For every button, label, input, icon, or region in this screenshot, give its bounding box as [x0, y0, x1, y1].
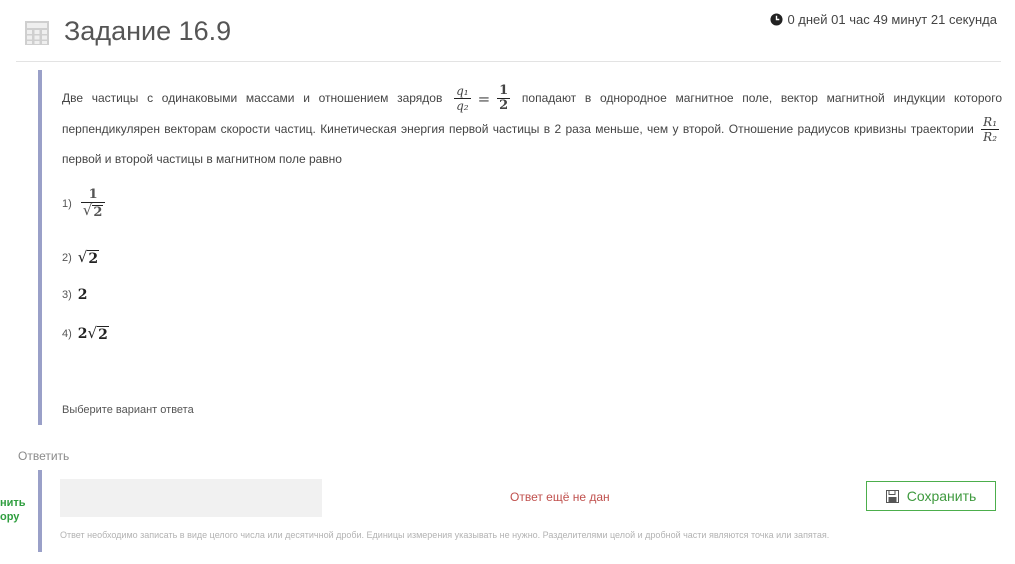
answer-option-2[interactable]: 2) √ 2	[62, 248, 100, 267]
header-divider	[16, 61, 1001, 62]
answer-option-3[interactable]: 3) 2	[62, 287, 88, 303]
answer-hint: Ответ необходимо записать в виде целого …	[60, 530, 830, 540]
answer-section-label: Ответить	[18, 449, 70, 463]
answer-block: Ответ ещё не дан Сохранить Ответ необход…	[38, 470, 1004, 552]
charge-ratio-fraction: q₁ q₂	[454, 84, 471, 114]
option-1-fraction: 1 √ 2	[80, 188, 106, 220]
question-text-part3: первой и второй частицы в магнитном поле…	[62, 152, 342, 167]
floppy-disk-icon	[885, 489, 899, 503]
question-text-part1: Две частицы с одинаковыми массами и отно…	[62, 91, 443, 105]
countdown-timer: 0 дней 01 час 49 минут 21 секунда	[770, 12, 997, 27]
save-button-label: Сохранить	[906, 488, 977, 504]
ratio-value-fraction: 12	[497, 83, 511, 114]
question-card: Две частицы с одинаковыми массами и отно…	[38, 70, 1004, 425]
equals-sign: =	[477, 89, 491, 108]
page-title: Задание 16.9	[64, 16, 232, 46]
option-4-value: 2 √ 2	[77, 324, 109, 343]
option-2-value: √ 2	[77, 248, 100, 267]
answer-input[interactable]	[60, 479, 322, 517]
option-3-value: 2	[77, 287, 88, 303]
answer-option-4[interactable]: 4) 2 √ 2	[62, 324, 109, 343]
save-button[interactable]: Сохранить	[866, 481, 996, 511]
calculator-icon	[25, 21, 49, 45]
question-text: Две частицы с одинаковыми массами и отно…	[62, 83, 1002, 174]
choose-answer-prompt: Выберите вариант ответа	[62, 404, 194, 416]
side-link[interactable]: нить ору	[0, 496, 26, 524]
page-header: Задание 16.9 0 дней 01 час 49 минут 21 с…	[0, 0, 1015, 62]
clock-icon	[770, 13, 783, 26]
timer-text: 0 дней 01 час 49 минут 21 секунда	[787, 12, 997, 27]
radius-ratio-fraction: R₁ R₂	[981, 115, 1000, 145]
answer-option-1[interactable]: 1) 1 √ 2	[62, 188, 108, 220]
answer-status: Ответ ещё не дан	[510, 490, 610, 504]
